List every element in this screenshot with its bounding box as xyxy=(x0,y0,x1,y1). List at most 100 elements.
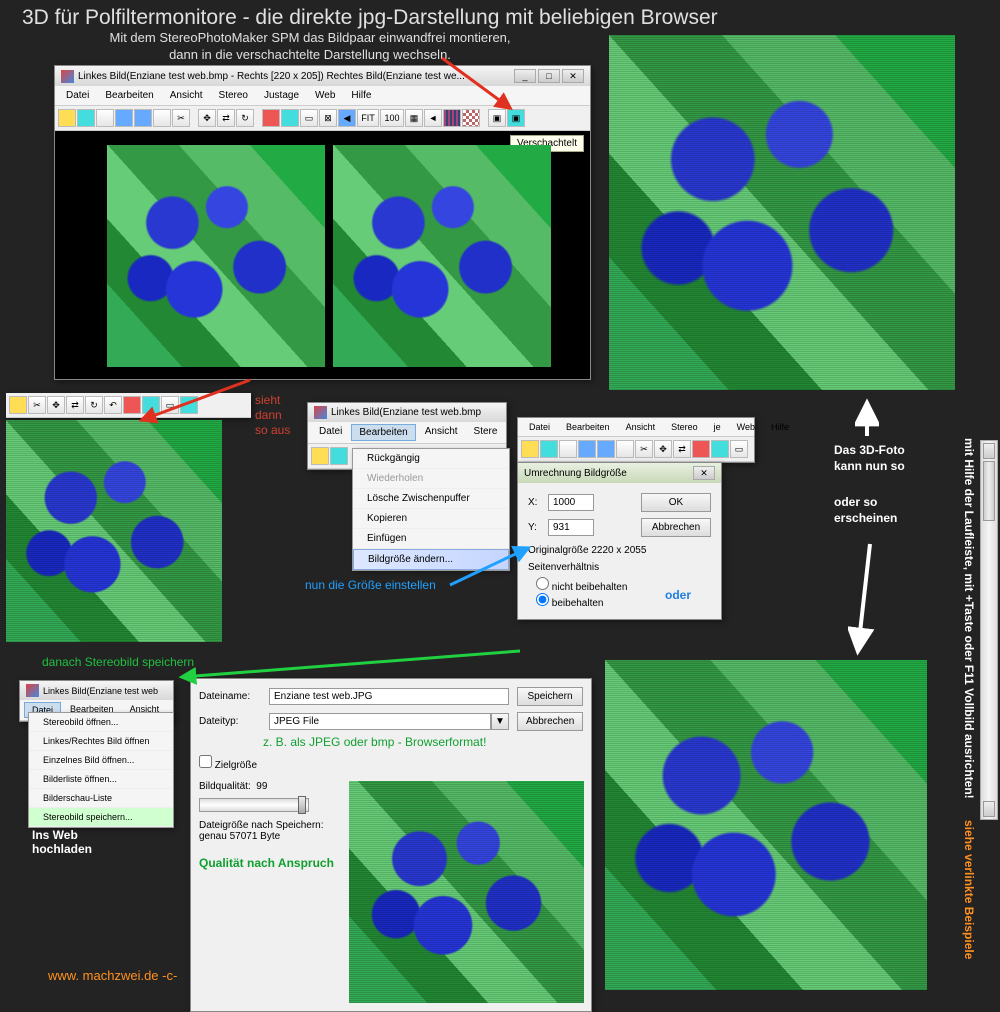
open2-icon[interactable] xyxy=(77,109,95,127)
move-icon[interactable]: ✥ xyxy=(198,109,216,127)
menubar2[interactable]: Datei Bearbeiten Ansicht Stere xyxy=(308,422,506,444)
tb-icon[interactable] xyxy=(616,440,634,458)
tb-icon[interactable] xyxy=(597,440,615,458)
window-controls[interactable]: _□✕ xyxy=(514,69,584,83)
grid-icon[interactable]: ▦ xyxy=(405,109,423,127)
ok-button[interactable]: OK xyxy=(641,493,711,512)
scrollbar[interactable] xyxy=(980,440,998,820)
cross-icon[interactable]: ⊠ xyxy=(319,109,337,127)
crop-icon[interactable]: ✂ xyxy=(172,109,190,127)
fit-button[interactable]: FIT xyxy=(357,109,379,127)
tb-icon[interactable] xyxy=(96,109,114,127)
prev-icon[interactable]: ◄ xyxy=(424,109,442,127)
view2-icon[interactable]: ▣ xyxy=(507,109,525,127)
menu-bearbeiten[interactable]: Bearbeiten xyxy=(351,424,415,441)
tb-icon[interactable]: ▭ xyxy=(730,440,748,458)
scrollbar-thumb[interactable] xyxy=(983,461,995,521)
menu-item-copy[interactable]: Kopieren xyxy=(353,509,509,529)
swap-icon[interactable]: ⇄ xyxy=(66,396,84,414)
view-icon[interactable]: ▣ xyxy=(488,109,506,127)
single-icon[interactable]: ▭ xyxy=(161,396,179,414)
tb-icon[interactable] xyxy=(578,440,596,458)
datei-dropdown[interactable]: Stereobild öffnen... Linkes/Rechtes Bild… xyxy=(28,712,174,828)
window-titlebar[interactable]: Linkes Bild(Enziane test web.bmp - Recht… xyxy=(55,66,590,86)
bearbeiten-dropdown[interactable]: Rückgängig Wiederholen Lösche Zwischenpu… xyxy=(352,448,510,571)
menu-slideshow[interactable]: Bilderschau-Liste xyxy=(29,789,173,808)
menu-open-lr[interactable]: Linkes/Rechtes Bild öffnen xyxy=(29,732,173,751)
toolbar2[interactable]: ✂ ✥ ⇄ ↻ ↶ ▭ xyxy=(6,393,251,418)
aspect-radio-no[interactable] xyxy=(536,577,549,590)
x-input[interactable] xyxy=(548,494,594,511)
c2-icon[interactable] xyxy=(180,396,198,414)
menu-item[interactable]: Datei xyxy=(522,420,557,434)
menu-open-single[interactable]: Einzelnes Bild öffnen... xyxy=(29,751,173,770)
main-menubar[interactable]: Datei Bearbeiten Ansicht Stereo Justage … xyxy=(55,86,590,106)
tb-icon[interactable]: ⇄ xyxy=(673,440,691,458)
tb-icon[interactable] xyxy=(540,440,558,458)
menu-item[interactable]: Bearbeiten xyxy=(559,420,617,434)
menu-item[interactable]: Stereo xyxy=(664,420,705,434)
menu-item-paste[interactable]: Einfügen xyxy=(353,529,509,549)
tb-icon[interactable] xyxy=(9,396,27,414)
main-toolbar[interactable]: ✂ ✥ ⇄ ↻ ▭ ⊠ ◀ FIT 100 ▦ ◄ ▣ ▣ xyxy=(55,106,590,131)
crop-icon[interactable]: ✂ xyxy=(28,396,46,414)
tb-icon[interactable] xyxy=(559,440,577,458)
single-icon[interactable]: ▭ xyxy=(300,109,318,127)
cancel-button[interactable]: Abbrechen xyxy=(641,518,711,537)
save2-icon[interactable] xyxy=(134,109,152,127)
close-icon[interactable]: ✕ xyxy=(693,466,715,480)
menu-hilfe[interactable]: Hilfe xyxy=(344,88,378,103)
swap-icon[interactable]: ⇄ xyxy=(217,109,235,127)
cancel-button[interactable]: Abbrechen xyxy=(517,712,583,731)
filename-input[interactable] xyxy=(269,688,509,705)
move-icon[interactable]: ✥ xyxy=(47,396,65,414)
tb-icon[interactable]: ✂ xyxy=(635,440,653,458)
menu-open-list[interactable]: Bilderliste öffnen... xyxy=(29,770,173,789)
target-size-checkbox[interactable] xyxy=(199,755,212,768)
menu-datei[interactable]: Datei xyxy=(312,424,349,441)
undo-icon[interactable]: ↶ xyxy=(104,396,122,414)
dual-icon[interactable] xyxy=(281,109,299,127)
rot-icon[interactable]: ↻ xyxy=(85,396,103,414)
checker-icon[interactable] xyxy=(462,109,480,127)
cyan-icon[interactable] xyxy=(142,396,160,414)
red-icon[interactable] xyxy=(262,109,280,127)
tb-icon[interactable]: ✥ xyxy=(654,440,672,458)
menu-item[interactable]: Web xyxy=(730,420,762,434)
tb-icon[interactable] xyxy=(311,447,329,465)
menu-save-stereo[interactable]: Stereobild speichern... xyxy=(29,808,173,827)
tb-icon[interactable] xyxy=(330,447,348,465)
menu-item-redo[interactable]: Wiederholen xyxy=(353,469,509,489)
interlaced-icon[interactable] xyxy=(443,109,461,127)
tb-icon[interactable] xyxy=(153,109,171,127)
menubar3[interactable]: Datei Bearbeiten Ansicht Stereo je Web H… xyxy=(518,418,754,437)
menu-justage[interactable]: Justage xyxy=(257,88,306,103)
menu-bearbeiten[interactable]: Bearbeiten xyxy=(98,88,160,103)
tb-icon[interactable] xyxy=(692,440,710,458)
save-icon[interactable] xyxy=(115,109,133,127)
menu-item-clear[interactable]: Lösche Zwischenpuffer xyxy=(353,489,509,509)
save-button[interactable]: Speichern xyxy=(517,687,583,706)
menu-item-resize[interactable]: Bildgröße ändern... xyxy=(353,549,509,570)
menu-item[interactable]: Ansicht xyxy=(619,420,663,434)
menu-stereo[interactable]: Stere xyxy=(467,424,505,441)
rotate-icon[interactable]: ↻ xyxy=(236,109,254,127)
menu-web[interactable]: Web xyxy=(308,88,342,103)
menu-item-undo[interactable]: Rückgängig xyxy=(353,449,509,469)
menu-item[interactable]: je xyxy=(707,420,728,434)
play-icon[interactable]: ◀ xyxy=(338,109,356,127)
y-input[interactable] xyxy=(548,519,594,536)
menu-item[interactable]: Hilfe xyxy=(764,420,796,434)
filetype-select[interactable] xyxy=(269,713,491,730)
tb-icon[interactable] xyxy=(711,440,729,458)
menu-datei[interactable]: Datei xyxy=(59,88,96,103)
menu-ansicht[interactable]: Ansicht xyxy=(163,88,210,103)
menu-ansicht[interactable]: Ansicht xyxy=(418,424,465,441)
zoom-value[interactable]: 100 xyxy=(380,109,404,127)
menu-open-stereo[interactable]: Stereobild öffnen... xyxy=(29,713,173,732)
red-icon[interactable] xyxy=(123,396,141,414)
aspect-radio-yes[interactable] xyxy=(536,593,549,606)
tb-icon[interactable] xyxy=(521,440,539,458)
open-icon[interactable] xyxy=(58,109,76,127)
menu-stereo[interactable]: Stereo xyxy=(212,88,255,103)
